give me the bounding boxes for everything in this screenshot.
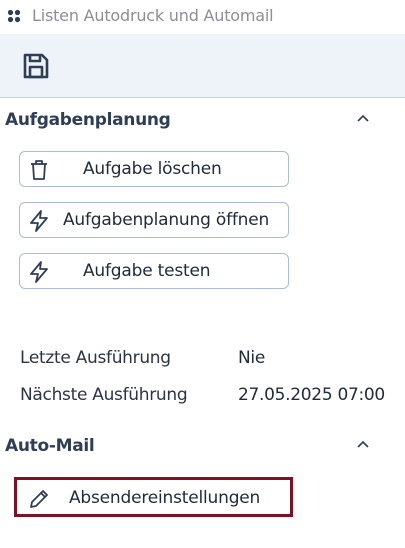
app-grid-icon (6, 8, 22, 24)
last-run-label: Letzte Ausführung (20, 348, 171, 368)
lightning-icon (28, 210, 50, 232)
lightning-icon (28, 261, 50, 283)
toolbar (0, 34, 405, 98)
chevron-up-icon[interactable] (353, 109, 373, 129)
test-task-button[interactable]: Aufgabe testen (19, 253, 289, 289)
window-title: Listen Autodruck und Automail (32, 6, 274, 25)
section-title-automail: Auto-Mail (5, 436, 95, 456)
delete-task-label: Aufgabe löschen (83, 159, 222, 179)
focus-highlight (14, 477, 293, 517)
chevron-up-icon[interactable] (353, 435, 373, 455)
section-header-automail[interactable]: Auto-Mail (0, 433, 405, 459)
open-scheduler-label: Aufgabenplanung öffnen (63, 210, 270, 230)
section-header-scheduling[interactable]: Aufgabenplanung (0, 107, 405, 133)
next-run-row: Nächste Ausführung 27.05.2025 07:00 (0, 385, 405, 411)
next-run-value: 27.05.2025 07:00 (238, 385, 385, 405)
last-run-value: Nie (238, 348, 265, 368)
title-bar: Listen Autodruck und Automail (0, 0, 405, 31)
save-button[interactable] (18, 50, 54, 86)
app-window: Listen Autodruck und Automail Aufgabenpl… (0, 0, 405, 548)
section-title-scheduling: Aufgabenplanung (5, 110, 171, 130)
next-run-label: Nächste Ausführung (20, 385, 188, 405)
delete-task-button[interactable]: Aufgabe löschen (19, 151, 289, 187)
last-run-row: Letzte Ausführung Nie (0, 348, 405, 374)
test-task-label: Aufgabe testen (83, 261, 211, 281)
save-icon (20, 50, 52, 87)
open-scheduler-button[interactable]: Aufgabenplanung öffnen (19, 202, 289, 238)
trash-icon (28, 159, 50, 181)
